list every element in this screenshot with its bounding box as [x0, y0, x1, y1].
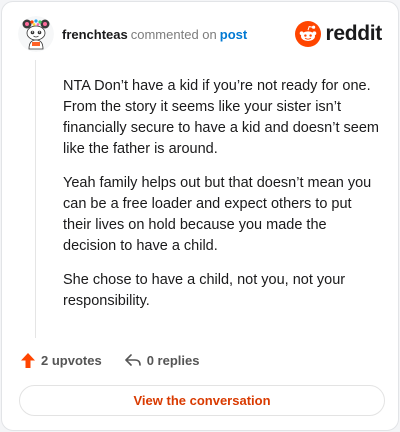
snoo-avatar-icon: [18, 16, 54, 52]
upvotes-count: 2 upvotes: [41, 352, 102, 368]
reddit-logo[interactable]: reddit: [295, 19, 382, 49]
upvote-arrow-icon: [21, 352, 35, 368]
comment-paragraph: She chose to have a child, not you, not …: [63, 272, 346, 309]
reddit-wordmark: reddit: [325, 22, 382, 45]
comment-card: frenchteas commented on post reddit NTA Do…: [1, 1, 399, 431]
username-link[interactable]: frenchteas: [62, 27, 128, 42]
comment-header: frenchteas commented on post reddit: [18, 16, 382, 52]
upvotes-button[interactable]: 2 upvotes: [20, 352, 102, 369]
action-text: commented on: [130, 27, 217, 42]
replies-count: 0 replies: [146, 352, 200, 368]
avatar[interactable]: [18, 16, 54, 52]
reply-arrow-icon: [124, 354, 141, 366]
comment-paragraph: Yeah family helps out but that doesn’t m…: [63, 175, 372, 254]
view-conversation-button[interactable]: View the conversation: [19, 385, 385, 416]
thread-line: [35, 60, 36, 338]
replies-button[interactable]: 0 replies: [124, 352, 200, 368]
comment-actions: 2 upvotes 0 replies: [20, 350, 199, 370]
reddit-snoo-icon: [295, 21, 322, 47]
comment-meta: frenchteas commented on post: [62, 27, 247, 43]
comment-paragraph: NTA Don’t have a kid if you’re not ready…: [63, 78, 379, 157]
comment-body: NTA Don’t have a kid if you’re not ready…: [63, 76, 379, 325]
post-link[interactable]: post: [220, 27, 247, 42]
